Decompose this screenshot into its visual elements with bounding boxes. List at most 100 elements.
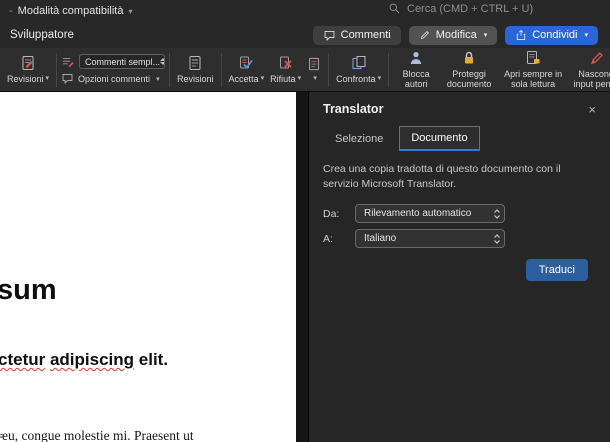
document-subheading: ctetur adipiscing elit. xyxy=(0,350,168,370)
target-language-value: Italiano xyxy=(364,233,397,245)
pencil-icon xyxy=(419,29,431,41)
margin-change-icon[interactable]: ≡ xyxy=(0,432,3,441)
share-button[interactable]: Condividi ▾ xyxy=(505,25,598,45)
text-run: congue xyxy=(21,428,61,442)
from-language-row: Da: Rilevamento automatico xyxy=(323,204,596,224)
translator-pane: Translator × Selezione Documento Crea un… xyxy=(308,92,610,442)
compare-label: Confronta xyxy=(336,73,376,84)
revisions-pane-label: Revisioni xyxy=(177,73,214,84)
protect-document-button[interactable]: Proteggi documento xyxy=(439,49,499,91)
chevron-down-icon: ▾ xyxy=(128,6,133,16)
tab-documento[interactable]: Documento xyxy=(399,126,480,151)
ribbon: Revisioni ▾ Commenti sempl... Opzioni co… xyxy=(0,48,610,92)
chevron-down-icon: ▾ xyxy=(297,74,302,82)
document-body: eu, congue molestie mi. Praesent utnisi.… xyxy=(2,426,212,442)
translator-actions: Traduci xyxy=(323,259,596,282)
search-input[interactable] xyxy=(407,2,567,15)
reject-label: Rifiuta xyxy=(270,73,296,84)
translator-tabs: Selezione Documento xyxy=(323,126,596,151)
chevron-down-icon: ▾ xyxy=(45,74,50,82)
revisions-menu-label-row: Revisioni ▾ xyxy=(7,74,49,84)
lock-icon xyxy=(461,50,477,67)
divider xyxy=(220,52,222,87)
accept-label: Accetta xyxy=(228,73,259,84)
comment-options-button[interactable]: Opzioni commenti ▾ xyxy=(61,72,165,85)
hide-ink-button[interactable]: Nascondi input penna xyxy=(567,49,610,91)
text-run: ut xyxy=(179,428,194,442)
chevron-down-icon: ▾ xyxy=(584,32,588,39)
comment-options-label: Opzioni commenti xyxy=(78,73,151,84)
compare-button[interactable]: Confronta ▾ xyxy=(333,54,384,85)
search-icon xyxy=(388,2,401,15)
search-field[interactable] xyxy=(388,2,567,15)
stepper-icon xyxy=(493,233,501,245)
comment-bubble-icon xyxy=(323,29,336,42)
comment-bubble-icon xyxy=(61,72,74,85)
ribbon-tab-row: Sviluppatore Commenti Modifica ▾ Condivi… xyxy=(0,22,610,48)
divider xyxy=(56,52,58,87)
chevron-down-icon: ▾ xyxy=(377,74,382,82)
revisions-menu-label: Revisioni xyxy=(7,73,44,84)
chevron-down-icon: ▾ xyxy=(156,75,160,83)
text-run: adipiscing xyxy=(49,350,135,369)
reject-label-row: Rifiuta ▾ xyxy=(270,74,301,84)
protect-document-label: Proteggi documento xyxy=(446,68,492,89)
block-authors-button[interactable]: Blocca autori xyxy=(393,49,439,91)
markup-icon xyxy=(61,55,75,69)
compare-docs-icon xyxy=(351,55,367,72)
compare-label-row: Confronta ▾ xyxy=(336,74,381,84)
translator-form: Da: Rilevamento automatico A: Italiano xyxy=(323,204,596,249)
open-read-only-button[interactable]: Apri sempre in sola lettura xyxy=(499,49,567,91)
mini-revision-button[interactable]: ▾ xyxy=(304,55,324,84)
mini-revision-doc-icon xyxy=(307,56,321,73)
close-icon[interactable]: × xyxy=(588,103,596,116)
chevron-down-icon: ▾ xyxy=(313,74,317,82)
to-language-row: A: Italiano xyxy=(323,229,596,249)
reject-button[interactable]: Rifiuta ▾ xyxy=(267,54,304,85)
source-language-select[interactable]: Rilevamento automatico xyxy=(355,204,505,224)
text-run: mi. xyxy=(109,428,134,442)
pen-icon xyxy=(589,50,605,67)
edit-mode-button[interactable]: Modifica ▾ xyxy=(408,25,498,45)
document-page[interactable]: sum ctetur adipiscing elit. eu, congue m… xyxy=(0,92,296,442)
person-icon xyxy=(408,50,424,67)
compatibility-mode-menu[interactable]: - Modalità compatibilità ▾ xyxy=(0,5,132,17)
translator-description: Crea una copia tradotta di questo docume… xyxy=(323,163,561,191)
document-panel-gap xyxy=(296,92,308,442)
source-language-value: Rilevamento automatico xyxy=(364,208,472,220)
translator-title: Translator xyxy=(323,102,384,116)
tab-sviluppatore[interactable]: Sviluppatore xyxy=(10,29,74,41)
main-content: sum ctetur adipiscing elit. eu, congue m… xyxy=(0,92,610,442)
translate-button[interactable]: Traduci xyxy=(525,259,588,282)
accept-button[interactable]: Accetta ▾ xyxy=(226,54,268,85)
compatibility-mode-label: Modalità compatibilità xyxy=(17,5,124,17)
from-label: Da: xyxy=(323,207,340,220)
block-authors-label: Blocca autori xyxy=(402,68,430,89)
document-line: eu, congue molestie mi. Praesent ut xyxy=(2,426,212,442)
revisions-pane-icon xyxy=(187,55,203,72)
comments-button-label: Commenti xyxy=(340,29,391,41)
comments-button[interactable]: Commenti xyxy=(312,25,401,45)
revisions-menu-button[interactable]: Revisioni ▾ xyxy=(4,54,52,85)
translator-header: Translator × xyxy=(323,102,596,116)
stepper-icon xyxy=(160,58,165,65)
open-read-only-label: Apri sempre in sola lettura xyxy=(504,68,563,89)
text-run: eu, xyxy=(2,428,22,442)
text-run: molestie xyxy=(63,428,110,442)
word-window: - Modalità compatibilità ▾ Sviluppatore … xyxy=(0,0,610,442)
markup-controls: Commenti sempl... Opzioni commenti ▾ xyxy=(61,54,166,85)
edit-button-label: Modifica xyxy=(435,29,477,41)
chevron-down-icon: ▾ xyxy=(260,74,265,82)
tab-selezione[interactable]: Selezione xyxy=(323,127,395,151)
target-language-select[interactable]: Italiano xyxy=(355,229,505,249)
revisions-pane-button[interactable]: Revisioni xyxy=(174,54,217,85)
markup-value: Commenti sempl... xyxy=(85,56,161,67)
share-icon xyxy=(515,29,527,41)
to-label: A: xyxy=(323,232,333,245)
hide-ink-label: Nascondi input penna xyxy=(573,68,610,89)
markup-combo-box[interactable]: Commenti sempl... xyxy=(79,54,166,69)
document-heading: sum xyxy=(0,274,57,306)
chevron-down-icon: ▾ xyxy=(483,32,488,39)
markup-display-select[interactable]: Commenti sempl... xyxy=(61,54,166,69)
text-run: elit. xyxy=(134,350,169,369)
